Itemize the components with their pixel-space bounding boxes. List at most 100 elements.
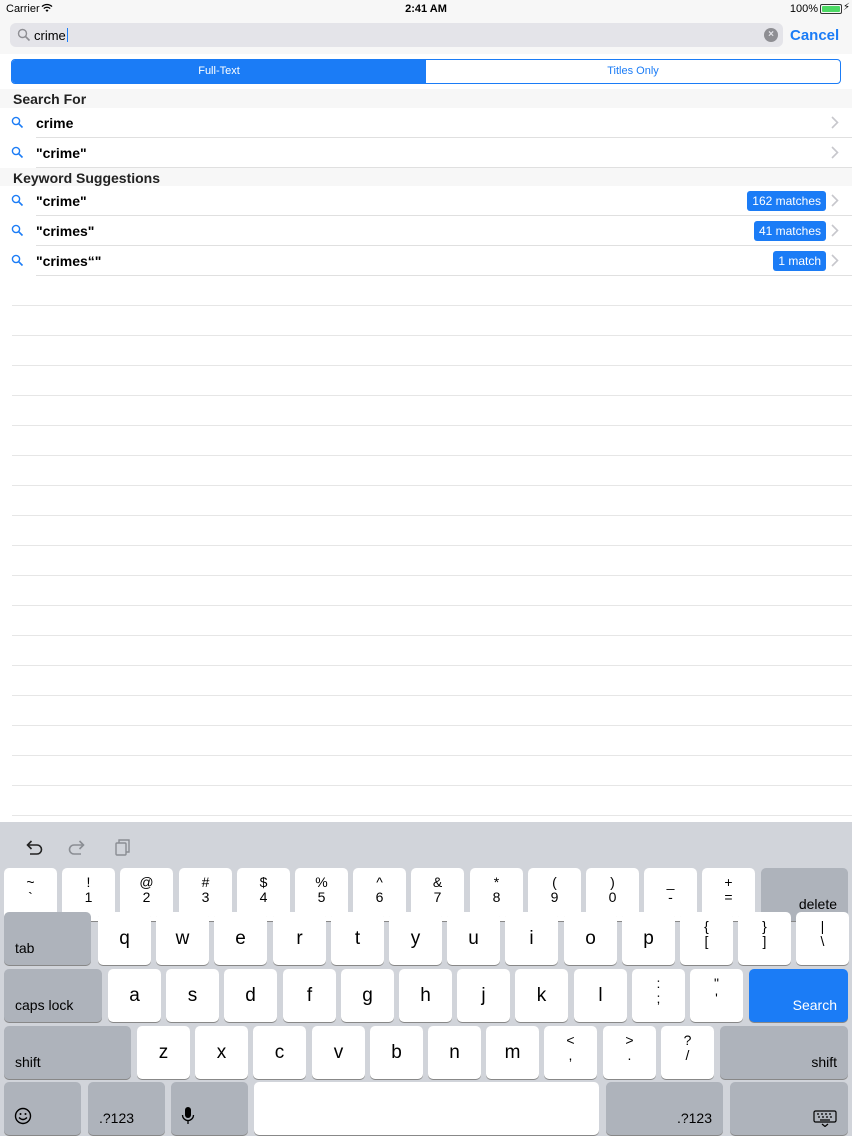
letter-key-y[interactable]: y bbox=[389, 912, 442, 965]
symbol-key[interactable]: ? / bbox=[661, 1026, 714, 1079]
letter-key-h[interactable]: h bbox=[399, 969, 452, 1022]
key-label: l bbox=[598, 985, 603, 1006]
text-cursor bbox=[66, 28, 68, 42]
symbol-key[interactable]: >. bbox=[603, 1026, 656, 1079]
key-label: h bbox=[420, 985, 431, 1006]
segment-full-text[interactable]: Full-Text bbox=[12, 60, 426, 83]
microphone-icon bbox=[181, 1107, 195, 1124]
tab-key[interactable]: tab bbox=[4, 912, 91, 965]
key-label: \ bbox=[820, 933, 825, 949]
key-label: [ bbox=[704, 933, 709, 949]
key-label: 5 bbox=[317, 889, 326, 905]
clear-search-icon[interactable]: × bbox=[764, 28, 778, 42]
key-label: p bbox=[643, 928, 654, 949]
charging-icon: ⚡ bbox=[842, 2, 850, 13]
keyword-suggestion-row[interactable]: "crime" 162 matches bbox=[0, 186, 852, 216]
key-label: 3 bbox=[201, 889, 210, 905]
letter-key-i[interactable]: i bbox=[505, 912, 558, 965]
letter-key-z[interactable]: z bbox=[137, 1026, 190, 1079]
undo-icon[interactable] bbox=[24, 837, 44, 857]
letter-key-g[interactable]: g bbox=[341, 969, 394, 1022]
symbol-key[interactable]: " ' bbox=[690, 969, 743, 1022]
battery-icon bbox=[820, 4, 842, 14]
key-label: 2 bbox=[142, 889, 151, 905]
letter-key-k[interactable]: k bbox=[515, 969, 568, 1022]
key-label: f bbox=[306, 985, 313, 1006]
numbers-key[interactable]: .?123 bbox=[88, 1082, 165, 1135]
key-label: z bbox=[158, 1042, 169, 1063]
symbol-key[interactable]: {[ bbox=[680, 912, 733, 965]
key-label: shift bbox=[15, 1054, 41, 1070]
letter-key-f[interactable]: f bbox=[283, 969, 336, 1022]
dictation-key[interactable] bbox=[171, 1082, 248, 1135]
cancel-button[interactable]: Cancel bbox=[790, 27, 839, 44]
letter-key-p[interactable]: p bbox=[622, 912, 675, 965]
key-label: - bbox=[668, 889, 673, 905]
key-label: tab bbox=[15, 940, 35, 956]
letter-key-j[interactable]: j bbox=[457, 969, 510, 1022]
letter-key-x[interactable]: x bbox=[195, 1026, 248, 1079]
letter-key-n[interactable]: n bbox=[428, 1026, 481, 1079]
letter-key-w[interactable]: w bbox=[156, 912, 209, 965]
key-shift-label: { bbox=[704, 918, 709, 934]
key-label: x bbox=[216, 1042, 227, 1063]
letter-key-s[interactable]: s bbox=[166, 969, 219, 1022]
chevron-right-icon bbox=[831, 224, 839, 237]
key-label: 0 bbox=[608, 889, 617, 905]
letter-key-v[interactable]: v bbox=[312, 1026, 365, 1079]
redo-icon[interactable] bbox=[67, 837, 87, 857]
key-label: w bbox=[175, 928, 190, 949]
letter-key-o[interactable]: o bbox=[564, 912, 617, 965]
key-shift-label: + bbox=[724, 874, 733, 890]
row-label: "crimes“" bbox=[36, 253, 102, 269]
key-shift-label: _ bbox=[666, 874, 675, 890]
search-key[interactable]: Search bbox=[749, 969, 848, 1022]
match-count-badge: 41 matches bbox=[753, 221, 826, 241]
symbol-key[interactable]: | \ bbox=[796, 912, 849, 965]
left-shift-key[interactable]: shift bbox=[4, 1026, 131, 1079]
keyboard-dismiss-icon bbox=[813, 1110, 837, 1127]
key-label: j bbox=[481, 985, 486, 1006]
key-shift-label: ~ bbox=[26, 874, 35, 890]
search-icon bbox=[11, 116, 24, 129]
key-label: m bbox=[504, 1042, 521, 1063]
key-label: 4 bbox=[259, 889, 268, 905]
letter-key-r[interactable]: r bbox=[273, 912, 326, 965]
space-key[interactable] bbox=[254, 1082, 599, 1135]
app-screen: Carrier 2:41 AM 100% ⚡ crime × Cancel Fu… bbox=[0, 0, 852, 1136]
letter-key-a[interactable]: a bbox=[108, 969, 161, 1022]
caps-lock-key[interactable]: caps lock bbox=[4, 969, 102, 1022]
segment-titles-only[interactable]: Titles Only bbox=[426, 60, 840, 83]
symbol-key[interactable]: }] bbox=[738, 912, 791, 965]
key-label: q bbox=[119, 928, 130, 949]
search-icon bbox=[11, 194, 24, 207]
keyword-suggestion-row[interactable]: "crimes“" 1 match bbox=[0, 246, 852, 276]
symbol-key[interactable]: :; bbox=[632, 969, 685, 1022]
letter-key-l[interactable]: l bbox=[574, 969, 627, 1022]
right-shift-key[interactable]: shift bbox=[720, 1026, 848, 1079]
symbol-key[interactable]: <, bbox=[544, 1026, 597, 1079]
search-for-row[interactable]: "crime" bbox=[0, 138, 852, 168]
search-input[interactable]: crime × bbox=[10, 23, 783, 47]
letter-key-b[interactable]: b bbox=[370, 1026, 423, 1079]
letter-key-e[interactable]: e bbox=[214, 912, 267, 965]
letter-key-c[interactable]: c bbox=[253, 1026, 306, 1079]
match-count-badge: 1 match bbox=[773, 251, 826, 271]
numbers-key[interactable]: .?123 bbox=[606, 1082, 723, 1135]
letter-key-m[interactable]: m bbox=[486, 1026, 539, 1079]
emoji-key[interactable] bbox=[4, 1082, 81, 1135]
key-label: a bbox=[129, 985, 140, 1006]
key-label: 8 bbox=[492, 889, 501, 905]
paste-icon[interactable] bbox=[113, 837, 133, 857]
search-bar: crime × Cancel bbox=[0, 18, 852, 54]
key-shift-label: ! bbox=[86, 874, 91, 890]
key-shift-label: | bbox=[820, 918, 825, 934]
letter-key-d[interactable]: d bbox=[224, 969, 277, 1022]
row-label: "crime" bbox=[36, 193, 87, 209]
keyword-suggestion-row[interactable]: "crimes" 41 matches bbox=[0, 216, 852, 246]
letter-key-q[interactable]: q bbox=[98, 912, 151, 965]
letter-key-u[interactable]: u bbox=[447, 912, 500, 965]
letter-key-t[interactable]: t bbox=[331, 912, 384, 965]
dismiss-keyboard-key[interactable] bbox=[730, 1082, 848, 1135]
search-for-row[interactable]: crime bbox=[0, 108, 852, 138]
